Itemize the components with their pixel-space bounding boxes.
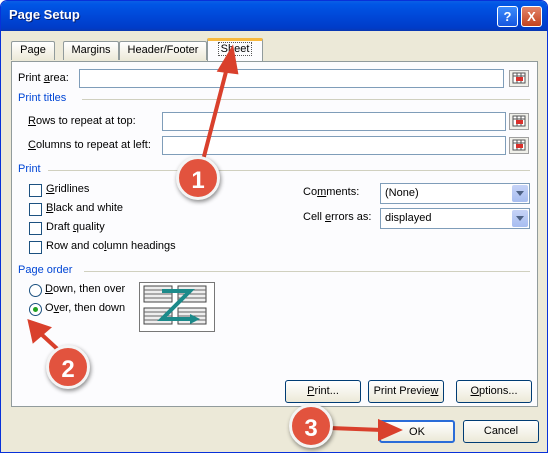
- comments-label: Comments:: [303, 186, 360, 198]
- ok-button[interactable]: OK: [379, 420, 455, 443]
- page-order-preview: [139, 282, 215, 332]
- rows-repeat-input[interactable]: [162, 112, 506, 131]
- over-then-down-radio[interactable]: [29, 303, 42, 316]
- page-order-z-icon: [143, 285, 207, 325]
- columns-repeat-picker-button[interactable]: [509, 137, 529, 154]
- annotation-badge-1: 1: [176, 156, 220, 200]
- tab-header-footer[interactable]: Header/Footer: [119, 41, 207, 60]
- print-titles-heading: Print titles: [18, 92, 67, 104]
- row-column-headings-checkbox[interactable]: [29, 241, 42, 254]
- tab-sheet-label: Sheet: [217, 42, 253, 56]
- sheet-panel: Print area: Print titles Rows to repeat …: [11, 61, 538, 407]
- columns-repeat-label: Columns to repeat at left:: [28, 139, 151, 151]
- print-area-picker-button[interactable]: [509, 70, 529, 87]
- title-bar: Page Setup ? X: [1, 1, 547, 31]
- draft-quality-checkbox[interactable]: [29, 222, 42, 235]
- print-area-label: Print area:: [18, 72, 69, 84]
- cell-errors-label: Cell errors as:: [303, 211, 372, 223]
- annotation-badge-3: 3: [289, 404, 333, 448]
- black-and-white-checkbox[interactable]: [29, 203, 42, 216]
- chevron-down-icon: [512, 185, 528, 202]
- page-order-separator: [84, 271, 530, 272]
- tab-page[interactable]: Page: [11, 41, 55, 60]
- gridlines-checkbox[interactable]: [29, 184, 42, 197]
- black-and-white-label: Black and white: [46, 202, 124, 214]
- cell-errors-select[interactable]: displayed: [380, 208, 530, 229]
- print-titles-separator: [82, 99, 530, 100]
- range-select-icon: [512, 139, 526, 151]
- cancel-button[interactable]: Cancel: [463, 420, 539, 443]
- rows-repeat-label: Rows to repeat at top:: [28, 115, 136, 127]
- over-then-down-label: Over, then down: [45, 302, 126, 314]
- range-select-icon: [512, 72, 526, 84]
- cell-errors-value: displayed: [385, 212, 432, 224]
- print-separator: [48, 170, 530, 171]
- help-button[interactable]: ?: [497, 6, 518, 27]
- gridlines-label: Gridlines: [46, 183, 90, 195]
- page-order-heading: Page order: [18, 264, 73, 276]
- tab-sheet[interactable]: Sheet: [207, 38, 263, 61]
- page-setup-dialog: Page Setup ? X Page Margins Header/Foote…: [0, 0, 548, 453]
- columns-repeat-input[interactable]: [162, 136, 506, 155]
- row-column-headings-label: Row and column headings: [46, 240, 176, 252]
- print-area-input[interactable]: [79, 69, 504, 88]
- tab-margins[interactable]: Margins: [63, 41, 119, 60]
- chevron-down-icon: [512, 210, 528, 227]
- print-preview-button[interactable]: Print Preview: [368, 380, 444, 403]
- rows-repeat-picker-button[interactable]: [509, 113, 529, 130]
- comments-select[interactable]: (None): [380, 183, 530, 204]
- options-button[interactable]: Options...: [456, 380, 532, 403]
- close-button[interactable]: X: [521, 6, 542, 27]
- annotation-badge-2: 2: [46, 345, 90, 389]
- print-button[interactable]: Print...: [285, 380, 361, 403]
- down-then-over-radio[interactable]: [29, 284, 42, 297]
- print-heading: Print: [18, 163, 41, 175]
- comments-value: (None): [385, 187, 419, 199]
- draft-quality-label: Draft quality: [46, 221, 105, 233]
- range-select-icon: [512, 115, 526, 127]
- dialog-title: Page Setup: [9, 7, 80, 22]
- down-then-over-label: Down, then over: [45, 283, 126, 295]
